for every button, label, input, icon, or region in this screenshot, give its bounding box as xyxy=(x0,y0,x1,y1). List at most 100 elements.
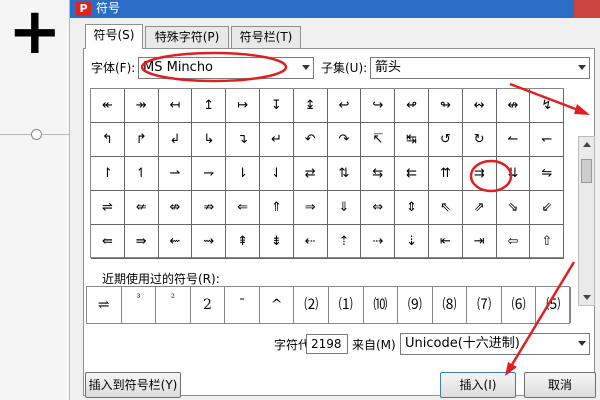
symbol-cell[interactable]: ⇉ xyxy=(462,157,497,191)
symbol-cell[interactable]: ⇇ xyxy=(395,157,429,191)
symbol-cell[interactable]: ⇌ xyxy=(91,191,125,225)
symbol-cell[interactable]: ⇦ xyxy=(496,225,531,259)
scroll-thumb[interactable] xyxy=(581,159,592,183)
symbol-cell[interactable]: ↹ xyxy=(395,123,429,157)
recent-symbol-cell[interactable]: ^ xyxy=(260,287,295,323)
symbol-cell[interactable]: ↴ xyxy=(226,123,260,157)
tab-symbols[interactable]: 符号(S) xyxy=(85,24,143,49)
symbol-cell[interactable]: ↸ xyxy=(361,123,396,157)
symbol-cell[interactable]: ↪ xyxy=(361,89,396,123)
symbol-cell[interactable]: ⇆ xyxy=(361,157,396,191)
symbol-cell[interactable]: ↭ xyxy=(462,89,497,123)
recent-symbol-cell[interactable]: ⑺ xyxy=(467,287,502,323)
symbol-cell[interactable]: ⇝ xyxy=(192,225,227,259)
symbol-cell[interactable]: ⇖ xyxy=(429,191,463,225)
recent-symbol-cell[interactable]: ³ xyxy=(122,287,157,323)
symbol-cell[interactable]: ⇅ xyxy=(327,157,362,191)
charcode-input[interactable]: 2198 xyxy=(306,334,348,354)
symbol-cell[interactable]: ⇁ xyxy=(192,157,227,191)
symbol-cell[interactable]: ⇙ xyxy=(530,191,565,225)
symbol-cell[interactable]: ⇘ xyxy=(496,191,531,225)
symbol-cell[interactable]: ↽ xyxy=(530,123,565,157)
symbol-cell[interactable]: ⇂ xyxy=(226,157,260,191)
symbol-cell[interactable]: ↫ xyxy=(395,89,429,123)
symbol-grid-scrollbar[interactable] xyxy=(578,136,595,306)
symbol-cell[interactable]: ↶ xyxy=(293,123,328,157)
recent-symbol-cell[interactable]: ⇌ xyxy=(87,287,122,323)
symbol-cell[interactable]: ↞ xyxy=(91,89,125,123)
encoding-select[interactable]: Unicode(十六进制) xyxy=(400,333,590,355)
tab-special-characters[interactable]: 特殊字符(P) xyxy=(145,26,229,48)
symbol-cell[interactable]: ⇄ xyxy=(293,157,328,191)
symbol-cell[interactable]: ⇋ xyxy=(530,157,565,191)
symbol-cell[interactable]: ↾ xyxy=(91,157,125,191)
recent-symbol-cell[interactable]: ⑽ xyxy=(364,287,399,323)
symbol-cell[interactable]: ⇀ xyxy=(158,157,193,191)
symbol-cell[interactable]: ↨ xyxy=(293,89,328,123)
close-button[interactable] xyxy=(574,0,600,18)
symbol-cell[interactable]: ⇊ xyxy=(496,157,531,191)
cancel-button[interactable]: 取消 xyxy=(524,372,596,398)
symbol-cell[interactable]: ↷ xyxy=(327,123,362,157)
symbol-cell[interactable]: ↤ xyxy=(158,89,193,123)
symbol-cell[interactable]: ↧ xyxy=(260,89,294,123)
symbol-cell[interactable]: ⇛ xyxy=(124,225,159,259)
symbol-cell[interactable]: ⇒ xyxy=(293,191,328,225)
symbol-cell[interactable]: ⇐ xyxy=(226,191,260,225)
insert-to-symbol-bar-button[interactable]: 插入到符号栏(Y) xyxy=(85,372,181,398)
symbol-cell[interactable]: ↲ xyxy=(158,123,193,157)
symbol-cell[interactable]: ↮ xyxy=(496,89,531,123)
symbol-cell[interactable]: ↯ xyxy=(530,89,565,123)
symbol-cell[interactable]: ⇢ xyxy=(361,225,396,259)
symbol-cell[interactable]: ⇡ xyxy=(327,225,362,259)
symbol-cell[interactable]: ⇏ xyxy=(192,191,227,225)
scroll-up-icon[interactable] xyxy=(583,142,591,147)
font-select[interactable]: MS Mincho xyxy=(138,57,314,79)
symbol-cell[interactable]: ⇕ xyxy=(395,191,429,225)
recent-symbol-cell[interactable]: ⑹ xyxy=(502,287,537,323)
slider-handle[interactable] xyxy=(31,129,42,140)
symbol-cell[interactable]: ↩ xyxy=(327,89,362,123)
symbol-cell[interactable]: ⇗ xyxy=(462,191,497,225)
symbol-cell[interactable]: ⇔ xyxy=(361,191,396,225)
symbol-cell[interactable]: ↥ xyxy=(192,89,227,123)
symbol-cell[interactable]: ⇚ xyxy=(91,225,125,259)
recent-symbol-cell[interactable]: ² xyxy=(156,287,191,323)
symbol-cell[interactable]: ⇧ xyxy=(530,225,565,259)
symbol-cell[interactable]: ⇓ xyxy=(327,191,362,225)
symbol-cell[interactable]: ⇈ xyxy=(429,157,463,191)
symbol-cell[interactable]: ↱ xyxy=(124,123,159,157)
symbol-cell[interactable]: ⇥ xyxy=(462,225,497,259)
recent-symbol-cell[interactable]: ⑵ xyxy=(294,287,329,323)
tab-symbol-bar[interactable]: 符号栏(T) xyxy=(231,26,301,48)
symbol-cell[interactable]: ↳ xyxy=(192,123,227,157)
symbol-cell[interactable]: ↿ xyxy=(124,157,159,191)
symbol-cell[interactable]: ⇎ xyxy=(158,191,193,225)
symbol-cell[interactable]: ↻ xyxy=(462,123,497,157)
recent-symbol-cell[interactable]: 2 xyxy=(191,287,226,323)
symbol-cell[interactable]: ⇟ xyxy=(260,225,294,259)
symbol-cell[interactable]: ↠ xyxy=(124,89,159,123)
symbol-cell[interactable]: ⇠ xyxy=(293,225,328,259)
symbol-cell[interactable]: ⇍ xyxy=(124,191,159,225)
symbol-cell[interactable]: ↵ xyxy=(260,123,294,157)
insert-button[interactable]: 插入(I) xyxy=(440,372,516,398)
symbol-cell[interactable]: ↼ xyxy=(496,123,531,157)
symbol-cell[interactable]: ⇃ xyxy=(260,157,294,191)
symbol-cell[interactable]: ⇞ xyxy=(226,225,260,259)
recent-symbol-cell[interactable]: ⑴ xyxy=(329,287,364,323)
recent-symbol-cell[interactable]: ⑻ xyxy=(433,287,468,323)
symbol-cell[interactable]: ⇤ xyxy=(429,225,463,259)
symbol-cell[interactable]: ↦ xyxy=(226,89,260,123)
recent-symbol-cell[interactable]: ¯ xyxy=(225,287,260,323)
symbol-cell[interactable]: ↬ xyxy=(429,89,463,123)
symbol-cell[interactable]: ⇑ xyxy=(260,191,294,225)
symbol-cell[interactable]: ↰ xyxy=(91,123,125,157)
recent-symbol-cell[interactable]: ⑼ xyxy=(398,287,433,323)
recent-symbol-cell[interactable]: ⑸ xyxy=(536,287,571,323)
symbol-cell[interactable]: ⇜ xyxy=(158,225,193,259)
scroll-down-icon[interactable] xyxy=(583,295,591,300)
symbol-cell[interactable]: ↺ xyxy=(429,123,463,157)
symbol-cell[interactable]: ⇣ xyxy=(395,225,429,259)
subset-select[interactable]: 箭头 xyxy=(370,57,590,79)
